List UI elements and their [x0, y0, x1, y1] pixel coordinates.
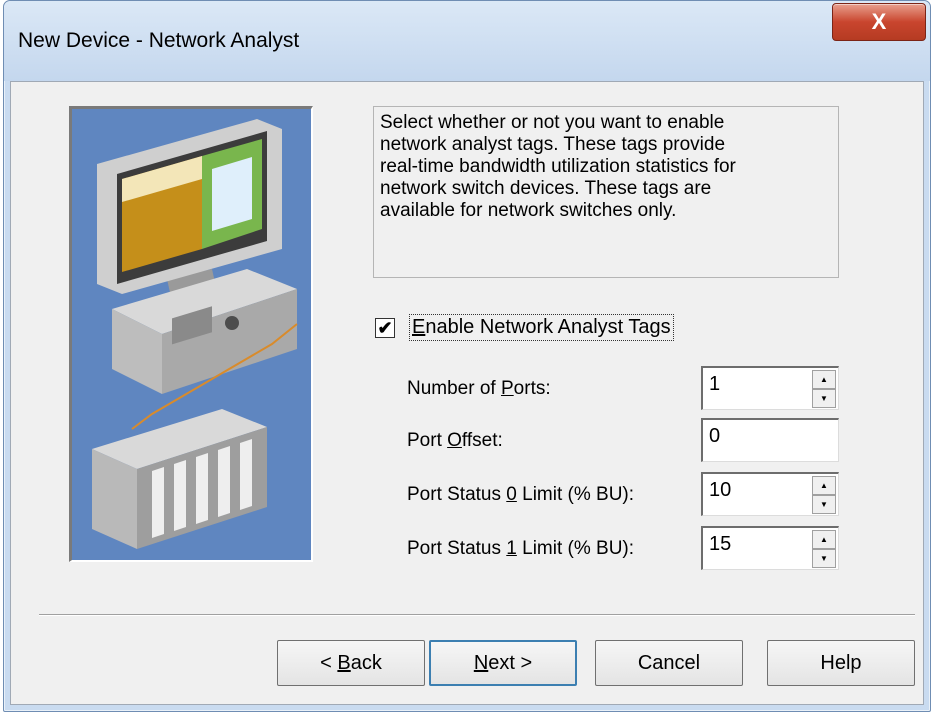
spin-down-arrow-icon[interactable]: ▼: [812, 389, 836, 408]
offset-input[interactable]: 0: [701, 418, 839, 462]
spin-up-arrow-icon[interactable]: ▲: [812, 530, 836, 549]
status1-value[interactable]: 15: [709, 533, 731, 556]
next-button[interactable]: Next >: [429, 640, 577, 686]
title-bar[interactable]: New Device - Network Analyst X: [4, 1, 930, 81]
ports-value[interactable]: 1: [709, 373, 720, 396]
dialog-window: New Device - Network Analyst X Select wh…: [3, 0, 931, 712]
description-text: Select whether or not you want to enable…: [373, 106, 839, 278]
status1-label: Port Status 1 Limit (% BU):: [407, 538, 635, 559]
cancel-button[interactable]: Cancel: [595, 640, 743, 686]
dialog-client-area: Select whether or not you want to enable…: [10, 81, 924, 705]
back-button[interactable]: < Back: [277, 640, 425, 686]
status0-spinbox[interactable]: 10 ▲ ▼: [701, 472, 839, 516]
enable-tags-row[interactable]: ✔ Enable Network Analyst Tags: [375, 314, 674, 341]
computer-plc-network-illustration: [69, 106, 313, 562]
help-button[interactable]: Help: [767, 640, 915, 686]
ports-label: Number of Ports:: [407, 378, 551, 399]
enable-tags-label[interactable]: Enable Network Analyst Tags: [409, 314, 674, 341]
status0-label: Port Status 0 Limit (% BU):: [407, 484, 635, 505]
enable-tags-checkbox[interactable]: ✔: [375, 317, 395, 338]
checkmark-icon: ✔: [377, 317, 393, 338]
status1-spinbox[interactable]: 15 ▲ ▼: [701, 526, 839, 570]
ports-spinbox[interactable]: 1 ▲ ▼: [701, 366, 839, 410]
close-button[interactable]: X: [832, 3, 926, 41]
spin-down-arrow-icon[interactable]: ▼: [812, 549, 836, 568]
offset-value[interactable]: 0: [709, 425, 720, 448]
spin-down-arrow-icon[interactable]: ▼: [812, 495, 836, 514]
spin-up-arrow-icon[interactable]: ▲: [812, 370, 836, 389]
separator-line: [39, 614, 915, 616]
window-title: New Device - Network Analyst: [18, 29, 300, 52]
status0-value[interactable]: 10: [709, 479, 731, 502]
close-icon: X: [871, 9, 887, 34]
spin-up-arrow-icon[interactable]: ▲: [812, 476, 836, 495]
offset-label: Port Offset:: [407, 430, 503, 451]
